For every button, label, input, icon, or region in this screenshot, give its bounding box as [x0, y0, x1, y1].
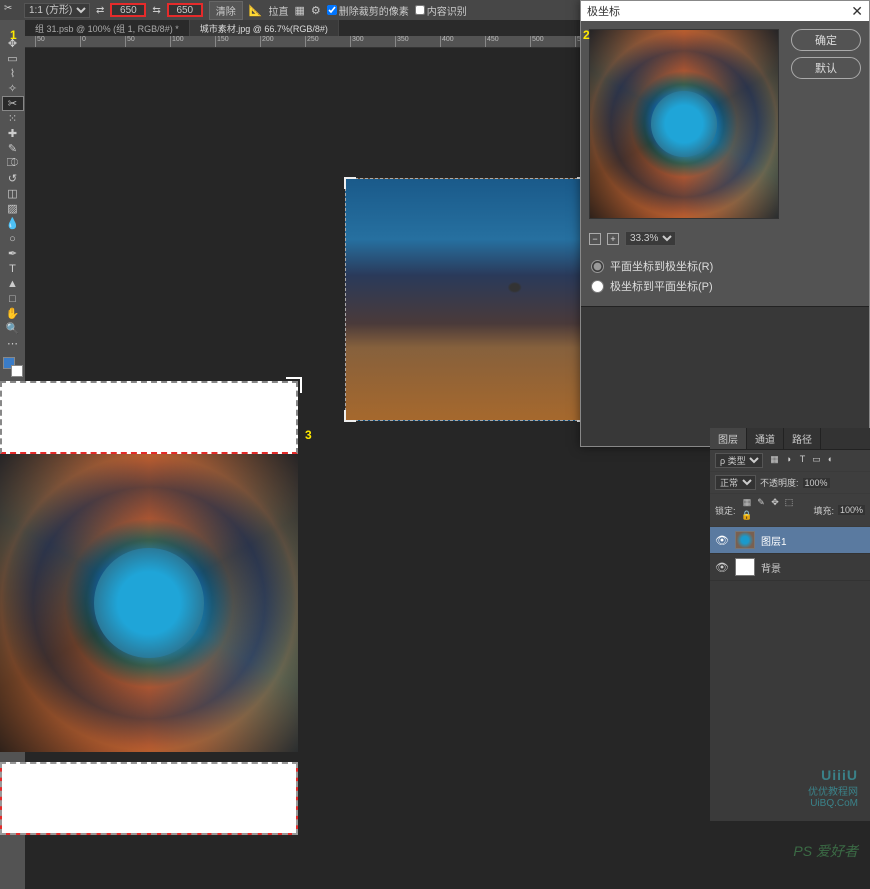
straighten-label: 拉直	[268, 3, 288, 18]
crop-height-input[interactable]	[167, 3, 203, 17]
tab-channels[interactable]: 通道	[747, 428, 784, 449]
layers-list: 👁 图层1 👁 背景	[710, 527, 870, 581]
city-image-with-crop[interactable]	[345, 178, 588, 421]
zoom-tool[interactable]: 🔍	[2, 321, 24, 336]
hand-tool[interactable]: ✋	[2, 306, 24, 321]
dialog-titlebar[interactable]: 极坐标 ✕	[581, 1, 869, 21]
watermark-ps: PS 爱好者	[793, 841, 858, 861]
edit-toolbar[interactable]: ⋯	[2, 336, 24, 351]
visibility-icon[interactable]: 👁	[715, 534, 729, 547]
dialog-below-area	[581, 306, 869, 446]
clone-stamp-tool[interactable]: ⎄	[2, 156, 24, 171]
crop-handles[interactable]	[346, 179, 587, 420]
tab-paths[interactable]: 路径	[784, 428, 821, 449]
tab-layers[interactable]: 图层	[710, 428, 747, 449]
lasso-tool[interactable]: ⌇	[2, 66, 24, 81]
eyedropper-tool[interactable]: ⁙	[2, 111, 24, 126]
layer-filter-icons[interactable]: ▦◑T▭◐	[767, 454, 837, 467]
polar-options: 平面坐标到极坐标(R) 极坐标到平面坐标(P)	[581, 250, 869, 306]
zoom-in-icon[interactable]: +	[607, 233, 619, 245]
eraser-tool[interactable]: ◫	[2, 186, 24, 201]
crop-options-bar: ✂ 1:1 (方形) ⇄ ⇆ 清除 📐 拉直 ▦ ⚙ 删除裁剪的像素 内容识别	[0, 0, 580, 20]
annotation-marker-1: 1	[10, 28, 17, 42]
color-swatches[interactable]	[3, 357, 23, 377]
blur-tool[interactable]: 💧	[2, 216, 24, 231]
document-tabs: 组 31.psb @ 100% (组 1, RGB/8#) * 城市素材.jpg…	[25, 20, 580, 36]
type-tool[interactable]: T	[2, 261, 24, 276]
crop-bottom-margin[interactable]	[0, 762, 298, 835]
gradient-tool[interactable]: ▨	[2, 201, 24, 216]
aspect-ratio-preset[interactable]: 1:1 (方形)	[24, 3, 90, 18]
swap-wh-icon[interactable]: ⇆	[152, 5, 160, 16]
fill-value[interactable]: 100%	[838, 505, 865, 515]
blend-mode-select[interactable]: 正常	[715, 475, 756, 490]
panel-tabs: 图层 通道 路径	[710, 428, 870, 450]
annotation-marker-2: 2	[583, 28, 590, 42]
preview-zoom-row: − + 33.3%	[581, 227, 869, 250]
crop-width-input[interactable]	[110, 3, 146, 17]
zoom-out-icon[interactable]: −	[589, 233, 601, 245]
delete-cropped-checkbox[interactable]: 删除裁剪的像素	[327, 3, 409, 18]
layer-name[interactable]: 图层1	[761, 533, 787, 548]
clear-button[interactable]: 清除	[209, 1, 243, 20]
filter-preview[interactable]	[589, 29, 779, 219]
doc-tab-1[interactable]: 城市素材.jpg @ 66.7%(RGB/8#)	[190, 20, 339, 36]
ok-button[interactable]: 确定	[791, 29, 861, 51]
content-aware-checkbox[interactable]: 内容识别	[415, 3, 467, 18]
right-panel-group: 图层 通道 路径 ρ 类型 ▦◑T▭◐ 正常 不透明度: 100% 锁定: ▦✎…	[710, 428, 870, 821]
layer-name[interactable]: 背景	[761, 560, 781, 575]
polar-to-rect-radio[interactable]: 极坐标到平面坐标(P)	[591, 276, 859, 296]
rect-marquee-tool[interactable]: ▭	[2, 51, 24, 66]
lock-icons[interactable]: ▦✎✥⬚🔒	[740, 497, 810, 523]
layer-thumbnail[interactable]	[735, 558, 755, 576]
blend-opacity-row: 正常 不透明度: 100%	[710, 472, 870, 494]
opacity-label: 不透明度:	[760, 476, 799, 489]
history-brush-tool[interactable]: ↺	[2, 171, 24, 186]
dodge-tool[interactable]: ○	[2, 231, 24, 246]
spot-heal-tool[interactable]: ✚	[2, 126, 24, 141]
rect-to-polar-radio[interactable]: 平面坐标到极坐标(R)	[591, 256, 859, 276]
crop-top-margin[interactable]	[0, 381, 298, 454]
horizontal-ruler: 50 0 50 100 150 200 250 300 350 400 450 …	[25, 36, 580, 48]
layer-row-1[interactable]: 👁 背景	[710, 554, 870, 581]
layer-kind-select[interactable]: ρ 类型	[715, 453, 763, 468]
rectangle-tool[interactable]: □	[2, 291, 24, 306]
annotation-marker-3: 3	[305, 428, 312, 442]
polar-coordinates-dialog: 极坐标 ✕ 确定 默认 − + 33.3% 平面坐标到极坐标(R) 极坐标到平面…	[580, 0, 870, 447]
crop-region-3	[0, 381, 298, 835]
background-color[interactable]	[11, 365, 23, 377]
zoom-level-select[interactable]: 33.3%	[625, 231, 676, 246]
visibility-icon[interactable]: 👁	[715, 561, 729, 574]
polar-result-image[interactable]	[0, 454, 298, 752]
opacity-value[interactable]: 100%	[803, 478, 830, 488]
magic-wand-tool[interactable]: ✧	[2, 81, 24, 96]
layer-thumbnail[interactable]	[735, 531, 755, 549]
doc-tab-0[interactable]: 组 31.psb @ 100% (组 1, RGB/8#) *	[25, 20, 190, 36]
lock-fill-row: 锁定: ▦✎✥⬚🔒 填充: 100%	[710, 494, 870, 527]
layer-row-0[interactable]: 👁 图层1	[710, 527, 870, 554]
crop-tool[interactable]: ✂	[2, 96, 24, 111]
watermark-uiiiuiii: UiiiU 优优教程网 UiBQ.CoM	[808, 767, 858, 809]
lock-label: 锁定:	[715, 504, 736, 517]
close-icon[interactable]: ✕	[851, 3, 863, 20]
straighten-icon[interactable]: 📐	[249, 4, 263, 17]
dialog-title: 极坐标	[587, 3, 620, 19]
path-select-tool[interactable]: ▲	[2, 276, 24, 291]
swap-icon[interactable]: ⇄	[96, 5, 104, 16]
brush-tool[interactable]: ✎	[2, 141, 24, 156]
layer-filter-row: ρ 类型 ▦◑T▭◐	[710, 450, 870, 472]
crop-settings-icon[interactable]: ⚙	[311, 4, 321, 17]
overlay-options-icon[interactable]: ▦	[294, 4, 304, 17]
pen-tool[interactable]: ✒	[2, 246, 24, 261]
crop-tool-icon: ✂	[4, 3, 18, 17]
fill-label: 填充:	[813, 504, 834, 517]
reset-button[interactable]: 默认	[791, 57, 861, 79]
